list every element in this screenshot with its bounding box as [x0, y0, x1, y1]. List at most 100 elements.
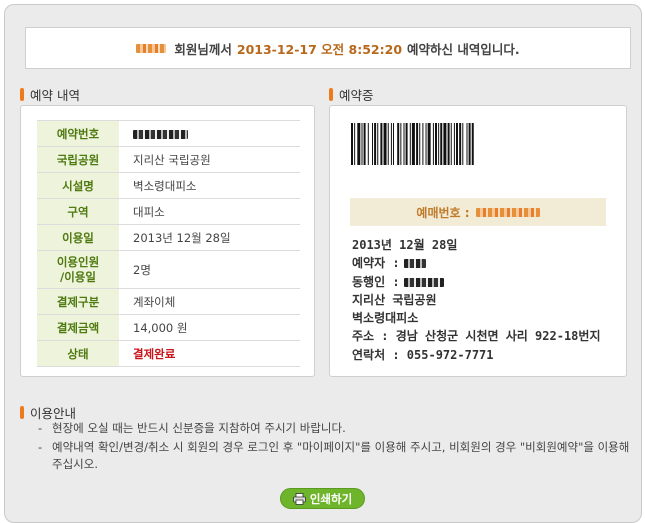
banner-tail: 예약하신 내역입니다. — [407, 41, 520, 57]
table-row: 결제구분 계좌이체 — [37, 288, 300, 315]
reservation-panel: 예약번호 국립공원 지리산 국립공원 시설명 벽소령대피소 구역 대피소 이용일 — [20, 105, 315, 377]
barcode-bar — [435, 123, 437, 165]
banner-member-suffix: 회원님께서 — [174, 41, 232, 57]
row-label: 예약번호 — [37, 120, 119, 147]
row-label: 상태 — [37, 340, 119, 367]
barcode-bar — [447, 123, 450, 165]
row-value: 지리산 국립공원 — [119, 146, 300, 173]
barcode-bar — [462, 123, 464, 165]
row-value: 2명 — [119, 250, 300, 289]
row-label: 결제금액 — [37, 314, 119, 341]
barcode-bar — [471, 123, 474, 165]
barcode-bar — [354, 123, 356, 165]
ticket-date: 2013년 12월 28일 — [352, 238, 458, 252]
barcode-bar — [456, 123, 458, 165]
barcode-bar — [380, 123, 383, 165]
barcode-bar — [390, 123, 392, 165]
row-value: 벽소령대피소 — [119, 172, 300, 199]
status-value: 결제완료 — [119, 340, 300, 367]
ticket-section-title: 예약증 — [329, 85, 374, 104]
barcode-bar — [450, 123, 452, 165]
barcode-bar — [440, 123, 443, 165]
reservation-number-redacted — [133, 129, 188, 139]
row-value: 대피소 — [119, 198, 300, 225]
print-button-label: 인쇄하기 — [309, 491, 353, 506]
row-label: 이용일 — [37, 224, 119, 251]
ticket-number-box: 예매번호 : — [350, 198, 606, 226]
barcode-bar — [438, 123, 440, 165]
barcode-bar — [425, 123, 427, 165]
barcode-bar — [405, 123, 408, 165]
guide-list: 현장에 오실 때는 반드시 신분증을 지참하여 주시기 바랍니다. 예약내역 확… — [38, 420, 638, 475]
barcode-bar — [419, 123, 421, 165]
barcode-bar — [387, 123, 389, 165]
section-marker-icon — [20, 88, 24, 101]
banner-datetime: 2013-12-17 오전 8:52:20 — [236, 41, 403, 57]
barcode-bar — [357, 123, 361, 165]
booker-label: 예약자 : — [352, 256, 400, 271]
table-row: 상태 결제완료 — [37, 340, 300, 367]
booker-name-redacted — [403, 259, 426, 269]
ticket-companion: 동행인 : — [352, 273, 612, 291]
barcode-bar — [459, 123, 462, 165]
section-marker-icon — [20, 406, 24, 419]
ticket-address: 주소 : 경남 산청군 시천면 사리 922-18번지 — [352, 329, 601, 344]
ticket-booker: 예약자 : — [352, 254, 612, 272]
row-value: 계좌이체 — [119, 288, 300, 315]
table-row: 예약번호 — [37, 120, 300, 147]
section-marker-icon — [329, 88, 333, 101]
ticket-number-label: 예매번호 : — [416, 205, 470, 220]
ticket-park: 지리산 국립공원 — [352, 292, 437, 307]
barcode-bar — [416, 123, 419, 165]
row-value: 2013년 12월 28일 — [119, 224, 300, 251]
row-value: 14,000 원 — [119, 314, 300, 341]
barcode-bar — [422, 123, 424, 165]
barcode-bar — [432, 123, 434, 165]
row-label: 결제구분 — [37, 288, 119, 315]
ticket-number-redacted — [475, 207, 540, 217]
barcode-bar — [397, 123, 400, 165]
barcode-bar — [400, 123, 402, 165]
table-row: 구역 대피소 — [37, 198, 300, 225]
barcode-bar — [383, 123, 387, 165]
row-label: 국립공원 — [37, 146, 119, 173]
barcode-bar — [443, 123, 447, 165]
row-value — [119, 120, 300, 147]
barcode-image — [351, 123, 474, 165]
barcode-bar — [427, 123, 431, 165]
barcode-bar — [411, 123, 415, 165]
barcode-bar — [367, 123, 369, 165]
row-label: 시설명 — [37, 172, 119, 199]
reservation-table: 예약번호 국립공원 지리산 국립공원 시설명 벽소령대피소 구역 대피소 이용일 — [37, 120, 300, 367]
ticket-facility: 벽소령대피소 — [352, 311, 419, 326]
row-label: 이용인원 /이용일 — [37, 250, 119, 289]
table-row: 이용인원 /이용일 2명 — [37, 250, 300, 289]
barcode-bar — [409, 123, 411, 165]
barcode-bar — [374, 123, 377, 165]
guide-line: 예약내역 확인/변경/취소 시 회원의 경우 로그인 후 "마이페이지"를 이용… — [38, 439, 638, 473]
table-row: 이용일 2013년 12월 28일 — [37, 224, 300, 251]
ticket-info: 2013년 12월 28일 예약자 : 동행인 : 지리산 국립공원 벽소령대피… — [352, 236, 612, 364]
companion-name-redacted — [403, 277, 444, 287]
reservation-title-text: 예약 내역 — [30, 88, 80, 103]
reservation-section-title: 예약 내역 — [20, 85, 80, 104]
companion-label: 동행인 : — [352, 274, 400, 289]
member-name-redacted — [136, 43, 167, 53]
reservation-banner: 회원님께서 2013-12-17 오전 8:52:20 예약하신 내역입니다. — [25, 27, 631, 69]
barcode-bar — [466, 123, 468, 165]
barcode-bar — [403, 123, 405, 165]
ticket-phone: 연락처 : 055-972-7771 — [352, 347, 494, 362]
barcode-bar — [361, 123, 363, 165]
table-row: 결제금액 14,000 원 — [37, 314, 300, 341]
barcode-bar — [377, 123, 379, 165]
barcode-bar — [393, 123, 394, 165]
ticket-panel: 예매번호 : 2013년 12월 28일 예약자 : 동행인 : 지리산 국립공… — [329, 105, 627, 377]
ticket-title-text: 예약증 — [339, 88, 374, 103]
table-row: 국립공원 지리산 국립공원 — [37, 146, 300, 173]
row-label: 구역 — [37, 198, 119, 225]
table-row: 시설명 벽소령대피소 — [37, 172, 300, 199]
barcode-bar — [351, 123, 353, 165]
barcode-bar — [363, 123, 366, 165]
print-button[interactable]: 인쇄하기 — [280, 488, 365, 509]
printer-icon — [292, 492, 306, 505]
